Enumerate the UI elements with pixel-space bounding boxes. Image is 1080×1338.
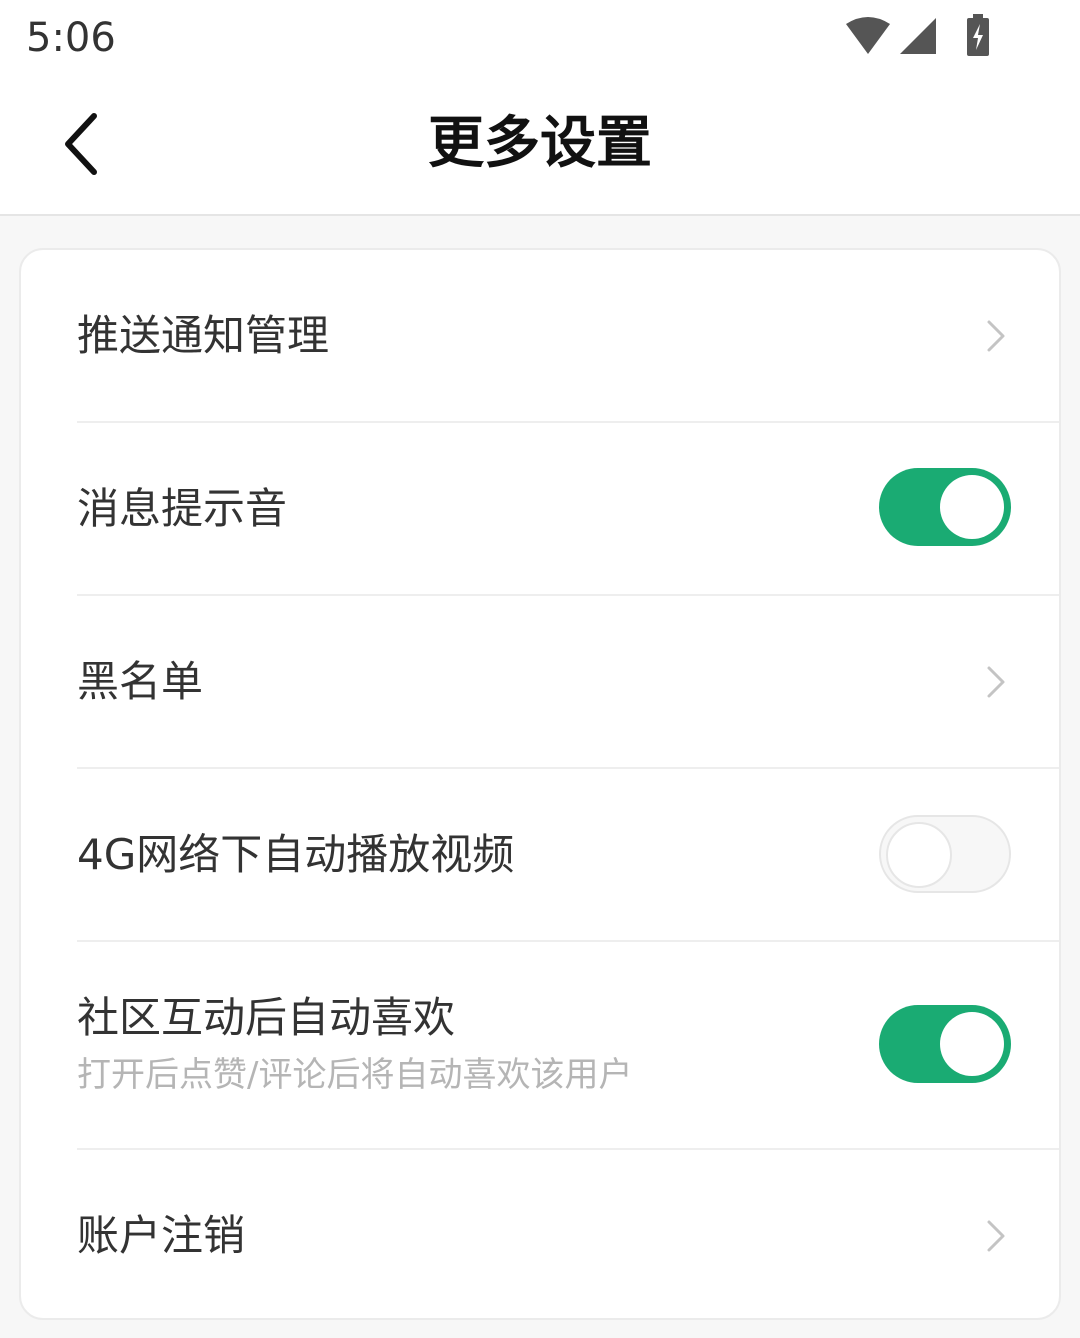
setting-label: 4G网络下自动播放视频	[77, 830, 515, 879]
message-sound-toggle[interactable]	[879, 468, 1011, 546]
setting-description: 打开后点赞/评论后将自动喜欢该用户	[77, 1055, 633, 1095]
toggle-knob	[940, 475, 1004, 539]
chevron-right-icon	[987, 320, 1005, 352]
setting-row-blacklist[interactable]: 黑名单	[21, 596, 1059, 768]
toggle-knob	[886, 822, 952, 888]
settings-card: 推送通知管理 消息提示音 黑名单 4G网络下自动播放视频 社区互动后自动喜欢 打…	[19, 248, 1061, 1320]
setting-row-message-sound: 消息提示音	[21, 423, 1059, 595]
page-title: 更多设置	[428, 111, 652, 176]
setting-label: 消息提示音	[77, 484, 288, 533]
chevron-right-icon	[987, 1220, 1005, 1252]
setting-row-push-notifications[interactable]: 推送通知管理	[21, 250, 1059, 422]
chevron-right-icon	[987, 666, 1005, 698]
setting-label: 账户注销	[77, 1211, 246, 1260]
toggle-knob	[940, 1012, 1004, 1076]
setting-row-autoplay-4g: 4G网络下自动播放视频	[21, 769, 1059, 941]
battery-charging-icon	[967, 14, 989, 56]
setting-row-auto-like: 社区互动后自动喜欢 打开后点赞/评论后将自动喜欢该用户	[21, 942, 1059, 1150]
setting-label: 社区互动后自动喜欢	[77, 993, 456, 1042]
autoplay-4g-toggle[interactable]	[879, 815, 1011, 893]
auto-like-toggle[interactable]	[879, 1005, 1011, 1083]
app-screen: 5:06 更多设置 推送通知管理 消息提示音 黑名单 4G网络下自动播放视频 社…	[0, 0, 1080, 1338]
setting-row-account-cancel[interactable]: 账户注销	[21, 1150, 1059, 1318]
top-bar: 5:06 更多设置	[0, 0, 1080, 216]
wifi-icon	[846, 17, 890, 54]
setting-label: 黑名单	[77, 657, 204, 706]
setting-label: 推送通知管理	[77, 311, 330, 360]
status-time: 5:06	[26, 15, 116, 61]
status-icons	[844, 14, 1000, 58]
cell-signal-icon	[900, 18, 936, 54]
